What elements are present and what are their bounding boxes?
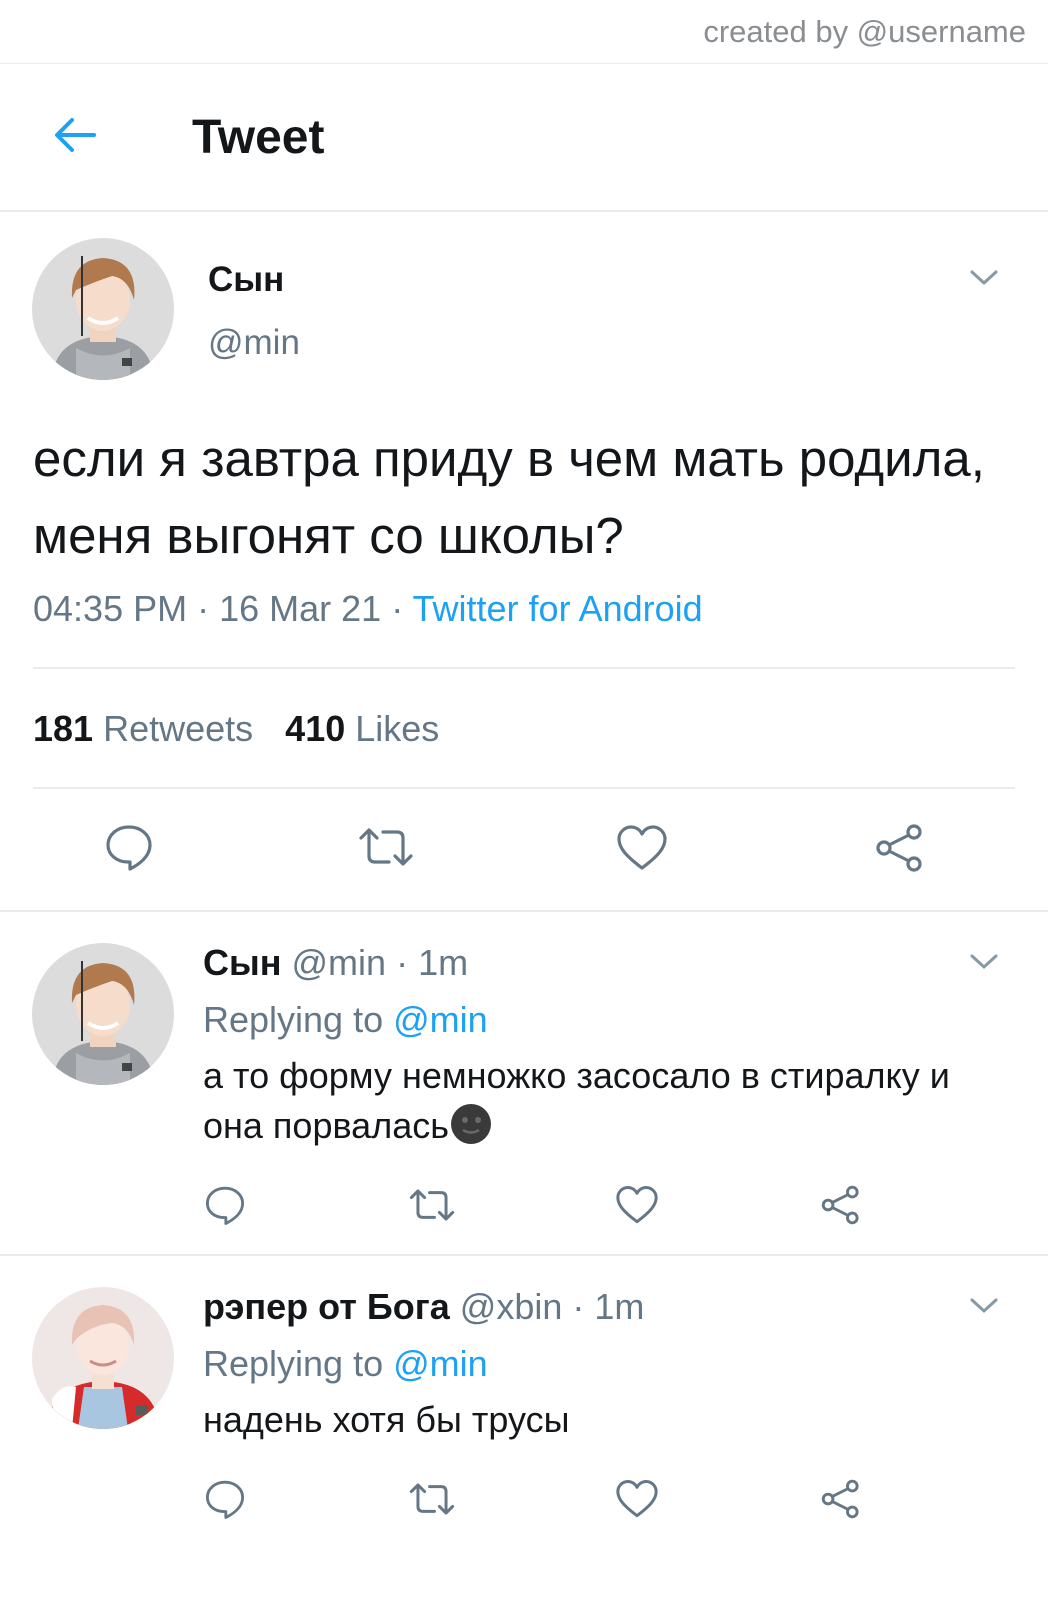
meta-dot: · <box>381 588 413 629</box>
chevron-down-icon[interactable] <box>966 1294 1002 1318</box>
replying-label: Replying to <box>203 999 384 1040</box>
chevron-down-icon[interactable] <box>966 950 1002 974</box>
replying-mention[interactable]: @min <box>393 1343 488 1384</box>
share-icon[interactable] <box>820 1478 862 1520</box>
app-header: Tweet <box>0 64 1048 214</box>
reply-icon[interactable] <box>204 1478 246 1520</box>
section-divider <box>0 1254 1048 1256</box>
likes-label: Likes <box>355 708 440 749</box>
reply-author-name[interactable]: рэпер от Бога <box>203 1286 450 1327</box>
divider <box>33 667 1015 669</box>
reply-icon[interactable] <box>104 822 154 872</box>
reply-text: а то форму немножко засосало в стиралку … <box>203 1051 1003 1151</box>
author-name[interactable]: Сын <box>208 260 284 300</box>
like-icon[interactable] <box>615 1185 659 1225</box>
reply-author-handle[interactable]: @min <box>292 942 387 983</box>
retweet-icon[interactable] <box>356 824 416 870</box>
meta-dot: · <box>386 942 419 983</box>
reply-icon[interactable] <box>204 1184 246 1226</box>
header-divider <box>0 210 1048 212</box>
section-divider <box>0 910 1048 912</box>
likes-stat[interactable]: 410 Likes <box>285 708 439 749</box>
avatar[interactable] <box>32 238 174 380</box>
tweet-date: 16 Mar 21 <box>219 588 382 629</box>
reply-time: 1m <box>418 942 469 983</box>
replying-to: Replying to @min <box>203 1343 488 1385</box>
meta-dot: · <box>187 588 220 629</box>
avatar[interactable] <box>32 943 174 1085</box>
replying-to: Replying to @min <box>203 999 488 1041</box>
divider <box>33 787 1015 789</box>
reply-author-name[interactable]: Сын <box>203 942 282 983</box>
tweet-time: 04:35 PM <box>33 588 188 629</box>
author-handle[interactable]: @min <box>208 323 300 363</box>
reply-text-content: а то форму немножко засосало в стиралку … <box>203 1055 950 1146</box>
back-arrow-icon[interactable] <box>50 110 100 160</box>
retweet-icon[interactable] <box>407 1186 457 1224</box>
reply-text: надень хотя бы трусы <box>203 1399 570 1440</box>
reply-header: рэпер от Бога @xbin · 1m <box>203 1286 644 1328</box>
retweets-count: 181 <box>33 708 94 749</box>
chevron-down-icon[interactable] <box>966 266 1002 290</box>
tweet-source-link[interactable]: Twitter for Android <box>413 588 703 629</box>
creator-credit: created by @username <box>703 14 1026 49</box>
new-moon-face-emoji <box>449 1102 493 1146</box>
meta-dot: · <box>562 1286 595 1327</box>
reply-time: 1m <box>594 1286 645 1327</box>
like-icon[interactable] <box>616 824 668 872</box>
tweet-stats: 181 Retweets 410 Likes <box>33 708 439 750</box>
retweet-icon[interactable] <box>407 1480 457 1518</box>
retweets-stat[interactable]: 181 Retweets <box>33 708 253 749</box>
page-title: Tweet <box>192 111 325 164</box>
retweets-label: Retweets <box>103 708 254 749</box>
tweet-meta: 04:35 PM · 16 Mar 21 · Twitter for Andro… <box>33 588 703 630</box>
tweet-text: если я завтра приду в чем мать родила, м… <box>33 430 985 564</box>
share-icon[interactable] <box>874 822 926 874</box>
avatar[interactable] <box>32 1287 174 1429</box>
share-icon[interactable] <box>820 1184 862 1226</box>
reply-author-handle[interactable]: @xbin <box>460 1286 563 1327</box>
replying-label: Replying to <box>203 1343 384 1384</box>
likes-count: 410 <box>285 708 346 749</box>
reply-header: Сын @min · 1m <box>203 942 468 984</box>
like-icon[interactable] <box>615 1479 659 1519</box>
replying-mention[interactable]: @min <box>393 999 488 1040</box>
